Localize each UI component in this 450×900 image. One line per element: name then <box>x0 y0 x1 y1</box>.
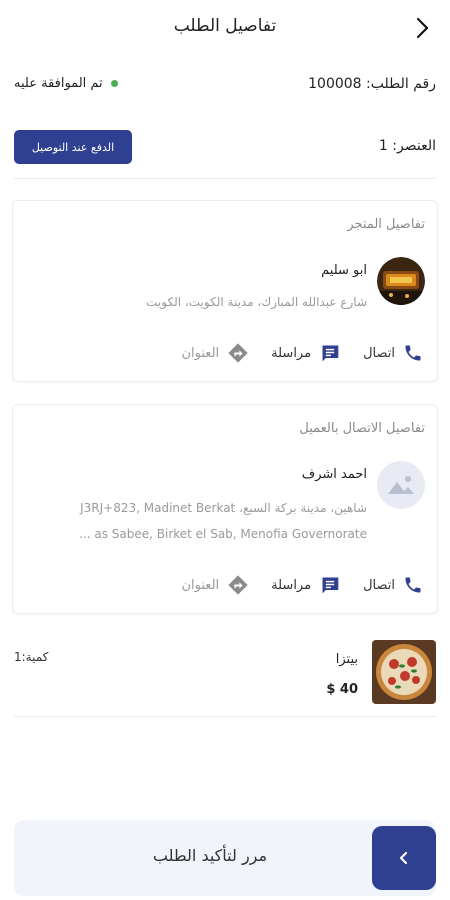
divider <box>14 716 436 717</box>
store-logo-image <box>377 257 425 305</box>
swipe-confirm-bar[interactable]: مرر لتأكيد الطلب <box>14 820 436 896</box>
product-name: بيتزا <box>335 652 358 667</box>
items-label: العنصر: <box>392 138 436 154</box>
store-call-button[interactable]: اتصال <box>363 343 423 363</box>
customer-actions: اتصال مراسلة العنوان <box>27 572 423 598</box>
order-number: رقم الطلب: 100008 <box>308 76 436 92</box>
product-quantity: كمية:1 <box>14 650 49 664</box>
store-actions: اتصال مراسلة العنوان <box>27 340 423 366</box>
swipe-confirm-label: مرر لتأكيد الطلب <box>152 846 268 865</box>
product-price: 40 $ <box>326 682 358 697</box>
pizza-image <box>372 640 436 704</box>
customer-details-card: تفاصيل الاتصال بالعميل احمد اشرف شاهين، … <box>12 404 438 614</box>
swipe-handle-button[interactable] <box>372 826 436 890</box>
status-text: تم الموافقة عليه <box>14 76 103 91</box>
order-item: بيتزا 40 $ كمية:1 <box>14 636 436 708</box>
customer-card-title: تفاصيل الاتصال بالعميل <box>299 421 425 436</box>
customer-message-button[interactable]: مراسلة <box>271 575 341 595</box>
store-address-button[interactable]: العنوان <box>182 342 250 364</box>
product-image <box>372 640 436 704</box>
store-card-title: تفاصيل المتجر <box>347 217 425 232</box>
customer-address-line2: as Sabee, Birket el Sab, Menofia Governo… <box>79 527 367 541</box>
app-header: تفاصيل الطلب <box>0 0 450 56</box>
store-message-button[interactable]: مراسلة <box>271 343 341 363</box>
customer-address-button[interactable]: العنوان <box>182 574 250 596</box>
page-title: تفاصيل الطلب <box>173 16 277 36</box>
image-placeholder-icon <box>377 461 425 509</box>
chat-icon <box>322 345 339 362</box>
divider <box>14 178 436 179</box>
directions-icon <box>228 343 248 363</box>
chevron-left-icon <box>399 851 408 865</box>
store-address: شارع عبدالله المبارك، مدينة الكويت، الكو… <box>146 295 367 309</box>
customer-address: شاهين، مدينة بركة السبع، J3RJ+823, Madin… <box>27 495 367 547</box>
store-name: ابو سليم <box>321 263 367 278</box>
phone-icon <box>405 577 421 593</box>
customer-address-label: العنوان <box>181 577 220 593</box>
customer-avatar <box>377 461 425 509</box>
customer-call-button[interactable]: اتصال <box>363 575 423 595</box>
items-row: العنصر: 1 الدفع عند التوصيل <box>14 130 436 166</box>
customer-call-label: اتصال <box>363 577 395 593</box>
chat-icon <box>322 577 339 594</box>
customer-message-label: مراسلة <box>271 577 312 593</box>
customer-name: احمد اشرف <box>301 467 367 482</box>
order-number-label: رقم الطلب: <box>366 76 436 92</box>
status-dot <box>110 80 118 87</box>
store-address-label: العنوان <box>181 345 220 361</box>
payment-method-badge: الدفع عند التوصيل <box>14 130 132 164</box>
store-avatar <box>377 257 425 305</box>
items-count: العنصر: 1 <box>379 138 436 154</box>
order-status-row: رقم الطلب: 100008 تم الموافقة عليه <box>14 76 436 100</box>
order-number-value: 100008 <box>308 76 362 92</box>
items-value: 1 <box>378 138 388 154</box>
store-message-label: مراسلة <box>271 345 312 361</box>
order-status: تم الموافقة عليه <box>14 76 118 91</box>
directions-icon <box>228 575 248 595</box>
customer-address-line1: شاهين، مدينة بركة السبع، J3RJ+823, Madin… <box>80 501 367 515</box>
phone-icon <box>405 345 421 361</box>
store-call-label: اتصال <box>363 345 395 361</box>
store-details-card: تفاصيل المتجر ابو سليم شارع عبدالله المب… <box>12 200 438 382</box>
